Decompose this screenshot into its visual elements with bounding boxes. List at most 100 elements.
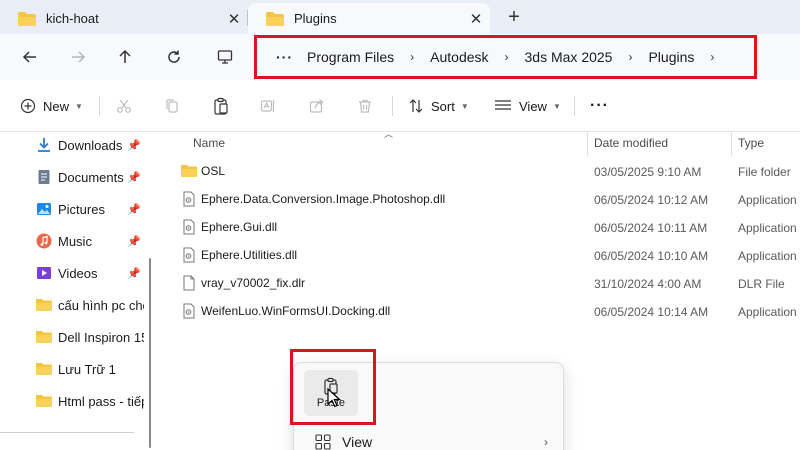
rename-button[interactable] [260, 95, 276, 117]
file-date: 06/05/2024 10:11 AM [594, 221, 708, 235]
sidebar-scrollbar[interactable] [149, 258, 151, 448]
sidebar-item-label: Lưu Trữ 1 [58, 361, 116, 377]
up-button[interactable] [111, 43, 139, 71]
view-button[interactable]: View ▼ [494, 95, 561, 117]
context-view-item[interactable]: View › [304, 429, 554, 450]
clipboard-icon [214, 97, 228, 115]
pin-icon[interactable]: 📌 [127, 171, 141, 184]
folder-icon [36, 395, 52, 407]
more-options-button[interactable]: ··· [590, 95, 609, 117]
column-header-name[interactable]: Name [193, 132, 225, 154]
file-row[interactable]: WeifenLuo.WinFormsUI.Docking.dll 06/05/2… [176, 298, 800, 326]
copy-button[interactable] [164, 95, 180, 117]
share-button[interactable] [309, 95, 325, 117]
refresh-button[interactable] [160, 43, 188, 71]
sort-ascending-icon: ︿ [384, 129, 394, 139]
file-type: File folder [738, 165, 791, 179]
pin-icon[interactable]: 📌 [127, 267, 141, 280]
column-divider[interactable] [587, 132, 588, 156]
sidebar-item-label: Pictures [58, 201, 105, 217]
column-header-date[interactable]: Date modified [594, 132, 668, 154]
file-row[interactable]: Ephere.Utilities.dll 06/05/2024 10:10 AM… [176, 242, 800, 270]
folder-icon [36, 363, 52, 375]
pin-icon[interactable]: 📌 [127, 203, 141, 216]
dll-file-icon [183, 247, 195, 263]
file-name: OSL [201, 164, 226, 178]
mouse-cursor-icon [327, 388, 341, 408]
file-name: Ephere.Utilities.dll [201, 248, 298, 262]
file-row[interactable]: vray_v70002_fix.dlr 31/10/2024 4:00 AM D… [176, 270, 800, 298]
new-tab-button[interactable]: + [500, 5, 528, 31]
dll-file-icon [183, 303, 195, 319]
refresh-icon [168, 50, 180, 63]
pictures-icon [37, 203, 51, 215]
delete-button[interactable] [357, 95, 373, 117]
paste-button[interactable] [213, 95, 229, 117]
file-icon [183, 275, 195, 291]
sidebar-item-label: Downloads [58, 137, 123, 153]
view-menu-label: View [342, 434, 373, 450]
file-row[interactable]: Ephere.Data.Conversion.Image.Photoshop.d… [176, 186, 800, 214]
file-row[interactable]: Ephere.Gui.dll 06/05/2024 10:11 AM Appli… [176, 214, 800, 242]
file-type: Application [738, 193, 797, 207]
file-date: 06/05/2024 10:12 AM [594, 193, 709, 207]
file-name: vray_v70002_fix.dlr [201, 276, 306, 290]
file-type: DLR File [738, 277, 785, 291]
file-date: 06/05/2024 10:14 AM [594, 305, 709, 319]
sidebar-item-folder[interactable]: Dell Inspiron 15- [36, 326, 144, 348]
file-name: WeifenLuo.WinFormsUI.Docking.dll [201, 304, 391, 318]
view-list-icon [495, 100, 511, 110]
tab-label: kich-hoat [46, 11, 99, 26]
tab-kich-hoat[interactable]: kich-hoat ✕ [0, 3, 248, 34]
sidebar-item-folder[interactable]: Html pass - tiếp [36, 390, 144, 412]
file-type: Application [738, 305, 797, 319]
navigation-pane: Downloads 📌 Documents 📌 Pictures 📌 Music… [0, 132, 160, 450]
sort-icon [409, 99, 423, 113]
new-label: New [43, 98, 70, 114]
dll-file-icon [183, 191, 195, 207]
column-divider[interactable] [731, 132, 732, 156]
folder-icon [36, 331, 52, 343]
folder-icon [36, 299, 52, 311]
file-type: Application [738, 249, 797, 263]
sidebar-item-folder[interactable]: Lưu Trữ 1 [36, 358, 144, 380]
close-icon[interactable]: ✕ [462, 10, 490, 28]
forward-button[interactable] [64, 43, 92, 71]
pin-icon[interactable]: 📌 [127, 139, 141, 152]
file-date: 03/05/2025 9:10 AM [594, 165, 702, 179]
sort-label: Sort [431, 98, 455, 114]
file-row[interactable]: OSL 03/05/2025 9:10 AM File folder [176, 158, 800, 186]
rename-icon [260, 100, 275, 112]
sidebar-item-label: Documents [58, 169, 124, 185]
new-button[interactable]: New ▼ [20, 95, 83, 117]
tab-plugins[interactable]: Plugins ✕ [248, 3, 490, 34]
videos-icon [37, 267, 51, 279]
folder-icon [266, 11, 284, 26]
close-icon[interactable]: ✕ [220, 10, 248, 28]
chevron-down-icon: ▼ [460, 101, 469, 111]
trash-icon [359, 99, 371, 113]
sort-button[interactable]: Sort ▼ [408, 95, 469, 117]
cut-button[interactable] [116, 95, 132, 117]
file-name: Ephere.Gui.dll [201, 220, 278, 234]
folder-icon [181, 165, 197, 177]
dll-file-icon [183, 219, 195, 235]
monitor-icon [217, 50, 233, 64]
grid-icon [315, 434, 331, 450]
pin-icon[interactable]: 📌 [127, 235, 141, 248]
divider [574, 96, 575, 116]
breadcrumb-highlight-box [254, 35, 757, 79]
sidebar-item-label: Html pass - tiếp [58, 393, 144, 409]
command-bar: New ▼ Sort ▼ View ▼ ··· [0, 80, 800, 132]
column-header-type[interactable]: Type [738, 132, 764, 154]
file-name: Ephere.Data.Conversion.Image.Photoshop.d… [201, 192, 446, 206]
this-pc-button[interactable] [211, 43, 239, 71]
download-icon [38, 138, 50, 152]
sidebar-item-folder[interactable]: cấu hình pc chơ [36, 294, 144, 316]
divider [99, 96, 100, 116]
folder-icon [18, 11, 36, 26]
tab-strip: kich-hoat ✕ Plugins ✕ + [0, 0, 800, 34]
sidebar-item-label: Dell Inspiron 15- [58, 329, 144, 345]
chevron-right-icon: › [544, 435, 548, 449]
back-button[interactable] [16, 43, 44, 71]
